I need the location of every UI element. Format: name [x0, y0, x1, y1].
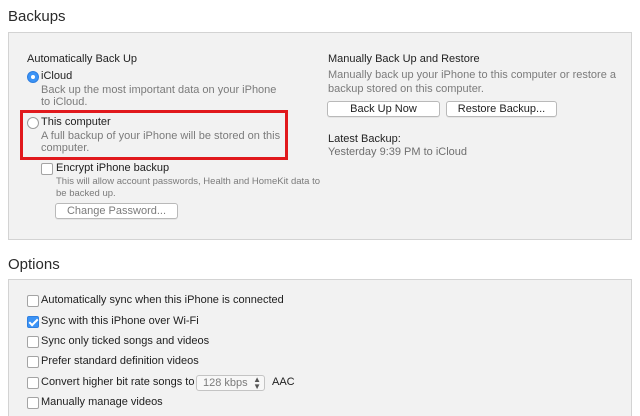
wifi-sync-label[interactable]: Sync with this iPhone over Wi-Fi	[41, 315, 199, 327]
auto-sync-label[interactable]: Automatically sync when this iPhone is c…	[41, 294, 284, 306]
standard-definition-label[interactable]: Prefer standard definition videos	[41, 355, 199, 367]
bitrate-select[interactable]: 128 kbps ▲ ▼	[196, 375, 265, 391]
change-password-button[interactable]: Change Password...	[55, 203, 178, 219]
encrypt-backup-label[interactable]: Encrypt iPhone backup	[56, 162, 169, 174]
convert-bitrate-label[interactable]: Convert higher bit rate songs to	[41, 376, 194, 388]
restore-backup-button[interactable]: Restore Backup...	[446, 101, 557, 117]
backups-heading: Backups	[8, 8, 66, 25]
bitrate-format-label: AAC	[272, 376, 295, 388]
wifi-sync-checkbox[interactable]	[27, 316, 39, 328]
highlight-box	[20, 110, 288, 160]
icloud-label[interactable]: iCloud	[41, 70, 72, 82]
latest-backup-title: Latest Backup:	[328, 133, 401, 145]
itunes-device-summary: Backups Automatically Back Up iCloud Bac…	[0, 0, 640, 416]
sync-ticked-label[interactable]: Sync only ticked songs and videos	[41, 335, 209, 347]
convert-bitrate-checkbox[interactable]	[27, 377, 39, 389]
manual-videos-label[interactable]: Manually manage videos	[41, 396, 163, 408]
options-heading: Options	[8, 256, 60, 273]
manual-videos-checkbox[interactable]	[27, 397, 39, 409]
standard-definition-checkbox[interactable]	[27, 356, 39, 368]
encrypt-backup-description: This will allow account passwords, Healt…	[56, 176, 321, 199]
bitrate-value: 128 kbps	[203, 377, 248, 389]
back-up-now-button[interactable]: Back Up Now	[327, 101, 440, 117]
chevron-up-down-icon: ▲ ▼	[253, 375, 261, 391]
manual-backup-title: Manually Back Up and Restore	[328, 53, 480, 65]
manual-backup-description: Manually back up your iPhone to this com…	[328, 69, 616, 95]
encrypt-backup-checkbox[interactable]	[41, 163, 53, 175]
icloud-radio[interactable]	[27, 71, 39, 83]
auto-sync-checkbox[interactable]	[27, 295, 39, 307]
auto-backup-title: Automatically Back Up	[27, 53, 138, 65]
latest-backup-value: Yesterday 9:39 PM to iCloud	[328, 146, 468, 158]
sync-ticked-checkbox[interactable]	[27, 336, 39, 348]
icloud-description: Back up the most important data on your …	[41, 84, 277, 106]
